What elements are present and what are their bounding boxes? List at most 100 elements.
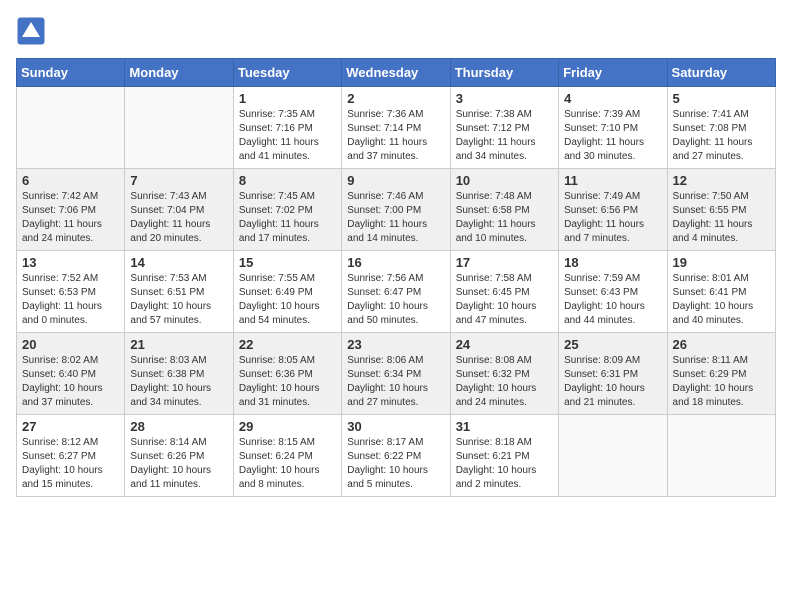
day-number: 3 [456, 91, 553, 106]
logo [16, 16, 50, 46]
day-number: 10 [456, 173, 553, 188]
day-info: Sunrise: 7:50 AM Sunset: 6:55 PM Dayligh… [673, 190, 770, 246]
day-number: 2 [347, 91, 444, 106]
day-info: Sunrise: 7:59 AM Sunset: 6:43 PM Dayligh… [564, 272, 661, 328]
day-of-week-header: Saturday [667, 59, 775, 87]
day-of-week-header: Monday [125, 59, 233, 87]
calendar-week-row: 13 Sunrise: 7:52 AM Sunset: 6:53 PM Dayli… [17, 251, 776, 333]
day-number: 31 [456, 419, 553, 434]
day-info: Sunrise: 8:02 AM Sunset: 6:40 PM Dayligh… [22, 354, 119, 410]
calendar-cell [667, 415, 775, 497]
calendar-week-row: 1 Sunrise: 7:35 AM Sunset: 7:16 PM Daylig… [17, 87, 776, 169]
day-info: Sunrise: 7:53 AM Sunset: 6:51 PM Dayligh… [130, 272, 227, 328]
calendar-cell: 29 Sunrise: 8:15 AM Sunset: 6:24 PM Dayli… [233, 415, 341, 497]
day-info: Sunrise: 8:17 AM Sunset: 6:22 PM Dayligh… [347, 436, 444, 492]
day-number: 4 [564, 91, 661, 106]
calendar-cell: 7 Sunrise: 7:43 AM Sunset: 7:04 PM Daylig… [125, 169, 233, 251]
day-number: 24 [456, 337, 553, 352]
day-info: Sunrise: 7:58 AM Sunset: 6:45 PM Dayligh… [456, 272, 553, 328]
calendar-cell: 16 Sunrise: 7:56 AM Sunset: 6:47 PM Dayli… [342, 251, 450, 333]
calendar-cell: 17 Sunrise: 7:58 AM Sunset: 6:45 PM Dayli… [450, 251, 558, 333]
day-number: 27 [22, 419, 119, 434]
day-number: 11 [564, 173, 661, 188]
day-info: Sunrise: 7:45 AM Sunset: 7:02 PM Dayligh… [239, 190, 336, 246]
day-number: 26 [673, 337, 770, 352]
calendar-cell: 31 Sunrise: 8:18 AM Sunset: 6:21 PM Dayli… [450, 415, 558, 497]
day-number: 5 [673, 91, 770, 106]
day-number: 20 [22, 337, 119, 352]
calendar-cell: 11 Sunrise: 7:49 AM Sunset: 6:56 PM Dayli… [559, 169, 667, 251]
day-number: 23 [347, 337, 444, 352]
day-info: Sunrise: 8:14 AM Sunset: 6:26 PM Dayligh… [130, 436, 227, 492]
day-number: 25 [564, 337, 661, 352]
day-number: 16 [347, 255, 444, 270]
day-info: Sunrise: 8:08 AM Sunset: 6:32 PM Dayligh… [456, 354, 553, 410]
day-number: 13 [22, 255, 119, 270]
day-number: 15 [239, 255, 336, 270]
day-info: Sunrise: 7:43 AM Sunset: 7:04 PM Dayligh… [130, 190, 227, 246]
calendar-cell: 27 Sunrise: 8:12 AM Sunset: 6:27 PM Dayli… [17, 415, 125, 497]
calendar-cell: 14Sunrise: 7:53 AM Sunset: 6:51 PM Dayli… [125, 251, 233, 333]
day-info: Sunrise: 7:35 AM Sunset: 7:16 PM Dayligh… [239, 108, 336, 164]
calendar-cell: 4Sunrise: 7:39 AM Sunset: 7:10 PM Daylig… [559, 87, 667, 169]
calendar-week-row: 6 Sunrise: 7:42 AM Sunset: 7:06 PM Daylig… [17, 169, 776, 251]
calendar-cell: 24 Sunrise: 8:08 AM Sunset: 6:32 PM Dayli… [450, 333, 558, 415]
day-number: 12 [673, 173, 770, 188]
day-info: Sunrise: 8:03 AM Sunset: 6:38 PM Dayligh… [130, 354, 227, 410]
calendar-cell: 3 Sunrise: 7:38 AM Sunset: 7:12 PM Daylig… [450, 87, 558, 169]
day-info: Sunrise: 7:55 AM Sunset: 6:49 PM Dayligh… [239, 272, 336, 328]
calendar-cell: 28 Sunrise: 8:14 AM Sunset: 6:26 PM Dayli… [125, 415, 233, 497]
day-info: Sunrise: 8:15 AM Sunset: 6:24 PM Dayligh… [239, 436, 336, 492]
calendar-cell: 20 Sunrise: 8:02 AM Sunset: 6:40 PM Dayli… [17, 333, 125, 415]
day-number: 30 [347, 419, 444, 434]
calendar-cell: 26 Sunrise: 8:11 AM Sunset: 6:29 PM Dayli… [667, 333, 775, 415]
calendar-cell [125, 87, 233, 169]
calendar-table: SundayMondayTuesdayWednesdayThursdayFrid… [16, 58, 776, 497]
day-info: Sunrise: 7:42 AM Sunset: 7:06 PM Dayligh… [22, 190, 119, 246]
day-number: 8 [239, 173, 336, 188]
calendar-cell: 1 Sunrise: 7:35 AM Sunset: 7:16 PM Daylig… [233, 87, 341, 169]
day-info: Sunrise: 7:46 AM Sunset: 7:00 PM Dayligh… [347, 190, 444, 246]
day-of-week-header: Friday [559, 59, 667, 87]
day-number: 1 [239, 91, 336, 106]
day-number: 18 [564, 255, 661, 270]
calendar-cell [559, 415, 667, 497]
day-info: Sunrise: 8:06 AM Sunset: 6:34 PM Dayligh… [347, 354, 444, 410]
calendar-cell: 5Sunrise: 7:41 AM Sunset: 7:08 PM Daylig… [667, 87, 775, 169]
day-number: 17 [456, 255, 553, 270]
day-info: Sunrise: 8:12 AM Sunset: 6:27 PM Dayligh… [22, 436, 119, 492]
day-info: Sunrise: 8:11 AM Sunset: 6:29 PM Dayligh… [673, 354, 770, 410]
day-number: 29 [239, 419, 336, 434]
day-info: Sunrise: 7:48 AM Sunset: 6:58 PM Dayligh… [456, 190, 553, 246]
logo-icon [16, 16, 46, 46]
calendar-cell: 6 Sunrise: 7:42 AM Sunset: 7:06 PM Daylig… [17, 169, 125, 251]
day-of-week-header: Sunday [17, 59, 125, 87]
calendar-cell: 10 Sunrise: 7:48 AM Sunset: 6:58 PM Dayli… [450, 169, 558, 251]
day-number: 28 [130, 419, 227, 434]
day-info: Sunrise: 7:49 AM Sunset: 6:56 PM Dayligh… [564, 190, 661, 246]
calendar-cell: 8 Sunrise: 7:45 AM Sunset: 7:02 PM Daylig… [233, 169, 341, 251]
calendar-week-row: 27 Sunrise: 8:12 AM Sunset: 6:27 PM Dayli… [17, 415, 776, 497]
calendar-cell: 13 Sunrise: 7:52 AM Sunset: 6:53 PM Dayli… [17, 251, 125, 333]
calendar-cell: 30 Sunrise: 8:17 AM Sunset: 6:22 PM Dayli… [342, 415, 450, 497]
day-info: Sunrise: 8:05 AM Sunset: 6:36 PM Dayligh… [239, 354, 336, 410]
day-info: Sunrise: 7:52 AM Sunset: 6:53 PM Dayligh… [22, 272, 119, 328]
calendar-cell: 15 Sunrise: 7:55 AM Sunset: 6:49 PM Dayli… [233, 251, 341, 333]
day-info: Sunrise: 7:56 AM Sunset: 6:47 PM Dayligh… [347, 272, 444, 328]
day-info: Sunrise: 8:09 AM Sunset: 6:31 PM Dayligh… [564, 354, 661, 410]
calendar-week-row: 20 Sunrise: 8:02 AM Sunset: 6:40 PM Dayli… [17, 333, 776, 415]
calendar-cell: 12 Sunrise: 7:50 AM Sunset: 6:55 PM Dayli… [667, 169, 775, 251]
calendar-cell: 18 Sunrise: 7:59 AM Sunset: 6:43 PM Dayli… [559, 251, 667, 333]
day-info: Sunrise: 8:18 AM Sunset: 6:21 PM Dayligh… [456, 436, 553, 492]
day-of-week-header: Wednesday [342, 59, 450, 87]
day-number: 7 [130, 173, 227, 188]
calendar-cell: 9Sunrise: 7:46 AM Sunset: 7:00 PM Daylig… [342, 169, 450, 251]
calendar-cell: 2 Sunrise: 7:36 AM Sunset: 7:14 PM Daylig… [342, 87, 450, 169]
day-info: Sunrise: 7:38 AM Sunset: 7:12 PM Dayligh… [456, 108, 553, 164]
calendar-cell: 21Sunrise: 8:03 AM Sunset: 6:38 PM Dayli… [125, 333, 233, 415]
day-number: 6 [22, 173, 119, 188]
day-of-week-header: Thursday [450, 59, 558, 87]
day-of-week-header: Tuesday [233, 59, 341, 87]
calendar-cell: 25 Sunrise: 8:09 AM Sunset: 6:31 PM Dayli… [559, 333, 667, 415]
day-info: Sunrise: 7:36 AM Sunset: 7:14 PM Dayligh… [347, 108, 444, 164]
